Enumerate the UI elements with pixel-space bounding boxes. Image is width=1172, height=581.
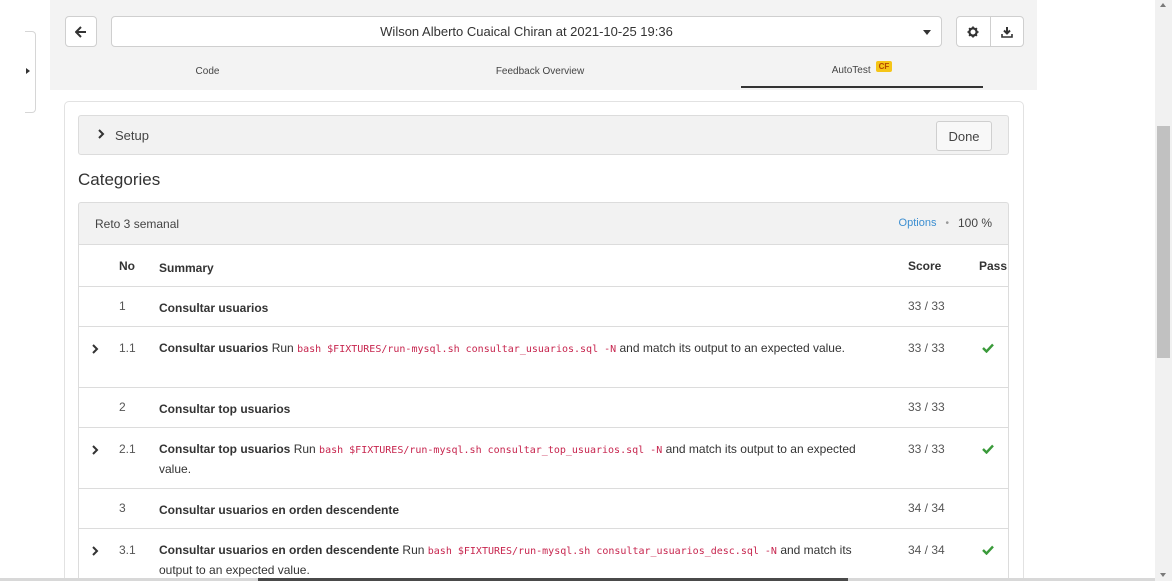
tab-feedback-overview[interactable]: Feedback Overview — [420, 54, 660, 88]
download-button[interactable] — [989, 17, 1024, 46]
view-tabs: Code Feedback Overview AutoTest CF — [65, 54, 1037, 88]
row-no: 1 — [119, 299, 126, 313]
gear-icon — [967, 26, 979, 37]
row-title: Consultar usuarios en orden descendente — [159, 503, 400, 517]
row-suffix: and match its output to an expected valu… — [619, 341, 845, 355]
row-score: 33 / 33 — [908, 341, 945, 355]
row-command: bash $FIXTURES/run-mysql.sh consultar_us… — [297, 344, 617, 355]
row-no: 2 — [119, 400, 126, 414]
col-no-header: No — [119, 259, 135, 273]
category-name: Reto 3 semanal — [95, 217, 180, 231]
row-summary: Consultar top usuarios — [159, 400, 875, 419]
row-title: Consultar usuarios en orden descendente — [159, 543, 400, 557]
setup-label: Setup — [115, 128, 149, 143]
tab-code[interactable]: Code — [105, 54, 310, 88]
back-button[interactable] — [65, 16, 97, 47]
row-title: Consultar usuarios — [159, 301, 269, 315]
options-link[interactable]: Options — [899, 217, 937, 229]
row-summary: Consultar top usuarios Run bash $FIXTURE… — [159, 440, 875, 479]
chevron-right-icon[interactable] — [91, 445, 99, 455]
row-summary: Consultar usuarios en orden descendente — [159, 501, 875, 520]
vertical-scrollbar[interactable] — [1155, 0, 1172, 581]
row-title: Consultar top usuarios — [159, 442, 291, 456]
chevron-right-icon — [98, 129, 105, 139]
check-icon — [982, 444, 994, 454]
row-summary: Consultar usuarios — [159, 299, 875, 318]
sidebar-toggle[interactable] — [25, 31, 36, 113]
arrow-left-icon — [75, 25, 86, 38]
check-icon — [982, 545, 994, 555]
download-icon — [1000, 26, 1013, 38]
scrollbar-thumb[interactable] — [1157, 126, 1170, 358]
row-summary: Consultar usuarios Run bash $FIXTURES/ru… — [159, 339, 875, 359]
tab-label: AutoTest — [831, 64, 871, 76]
check-icon — [982, 343, 994, 353]
row-score: 33 / 33 — [908, 400, 945, 414]
done-label: Done — [948, 128, 980, 144]
row-no: 3 — [119, 501, 126, 515]
tab-autotest[interactable]: AutoTest CF — [741, 54, 983, 88]
table-row: 2 Consultar top usuarios 33 / 33 — [79, 387, 1008, 427]
scroll-up-arrow-icon[interactable] — [1160, 3, 1166, 7]
col-pass-header: Pass — [979, 259, 1008, 273]
category-meta: Options • 100 % — [899, 216, 992, 230]
tab-label: Feedback Overview — [495, 65, 585, 77]
col-summary-header: Summary — [159, 261, 214, 275]
row-no: 3.1 — [119, 543, 136, 557]
row-no: 2.1 — [119, 442, 136, 456]
toolbar-actions — [956, 16, 1024, 47]
table-row: 1 Consultar usuarios 33 / 33 — [79, 286, 1008, 326]
page: Wilson Alberto Cuaical Chiran at 2021-10… — [0, 0, 1172, 581]
row-title: Consultar top usuarios — [159, 402, 291, 416]
table-row: 3 Consultar usuarios en orden descendent… — [79, 488, 1008, 528]
row-score: 33 / 33 — [908, 442, 945, 456]
setup-collapse[interactable]: Setup Done — [78, 115, 1009, 155]
row-run: Run — [402, 543, 425, 557]
row-no: 1.1 — [119, 341, 136, 355]
category-header: Reto 3 semanal Options • 100 % — [78, 202, 1009, 244]
caret-down-icon — [923, 30, 931, 35]
submission-select[interactable]: Wilson Alberto Cuaical Chiran at 2021-10… — [111, 16, 942, 47]
results-table: No Summary Score Pass 1 Consultar usuari… — [78, 244, 1009, 581]
scroll-down-arrow-icon[interactable] — [1160, 573, 1166, 577]
chevron-right-icon[interactable] — [91, 344, 99, 354]
settings-button[interactable] — [957, 17, 990, 46]
row-score: 33 / 33 — [908, 299, 945, 313]
chevron-right-icon[interactable] — [91, 546, 99, 556]
table-row[interactable]: 2.1 Consultar top usuarios Run bash $FIX… — [79, 427, 1008, 488]
categories-heading: Categories — [78, 170, 161, 189]
col-score-header: Score — [908, 259, 942, 273]
row-title: Consultar usuarios — [159, 341, 269, 355]
category-score: 100 % — [957, 216, 992, 230]
row-score: 34 / 34 — [908, 543, 945, 557]
tab-label: Code — [195, 65, 220, 77]
autotest-badge: CF — [875, 60, 893, 72]
row-summary: Consultar usuarios en orden descendente … — [159, 541, 875, 580]
row-score: 34 / 34 — [908, 501, 945, 515]
row-command: bash $FIXTURES/run-mysql.sh consultar_to… — [319, 445, 663, 456]
submission-select-value: Wilson Alberto Cuaical Chiran at 2021-10… — [380, 24, 673, 39]
table-header-row: No Summary Score Pass — [79, 244, 1008, 286]
done-button[interactable]: Done — [936, 121, 992, 151]
table-row[interactable]: 3.1 Consultar usuarios en orden descende… — [79, 528, 1008, 581]
row-run: Run — [271, 341, 294, 355]
table-row[interactable]: 1.1 Consultar usuarios Run bash $FIXTURE… — [79, 326, 1008, 387]
separator-dot: • — [945, 217, 949, 229]
chevron-right-icon — [26, 68, 30, 74]
row-command: bash $FIXTURES/run-mysql.sh consultar_us… — [427, 546, 777, 557]
row-run: Run — [293, 442, 316, 456]
